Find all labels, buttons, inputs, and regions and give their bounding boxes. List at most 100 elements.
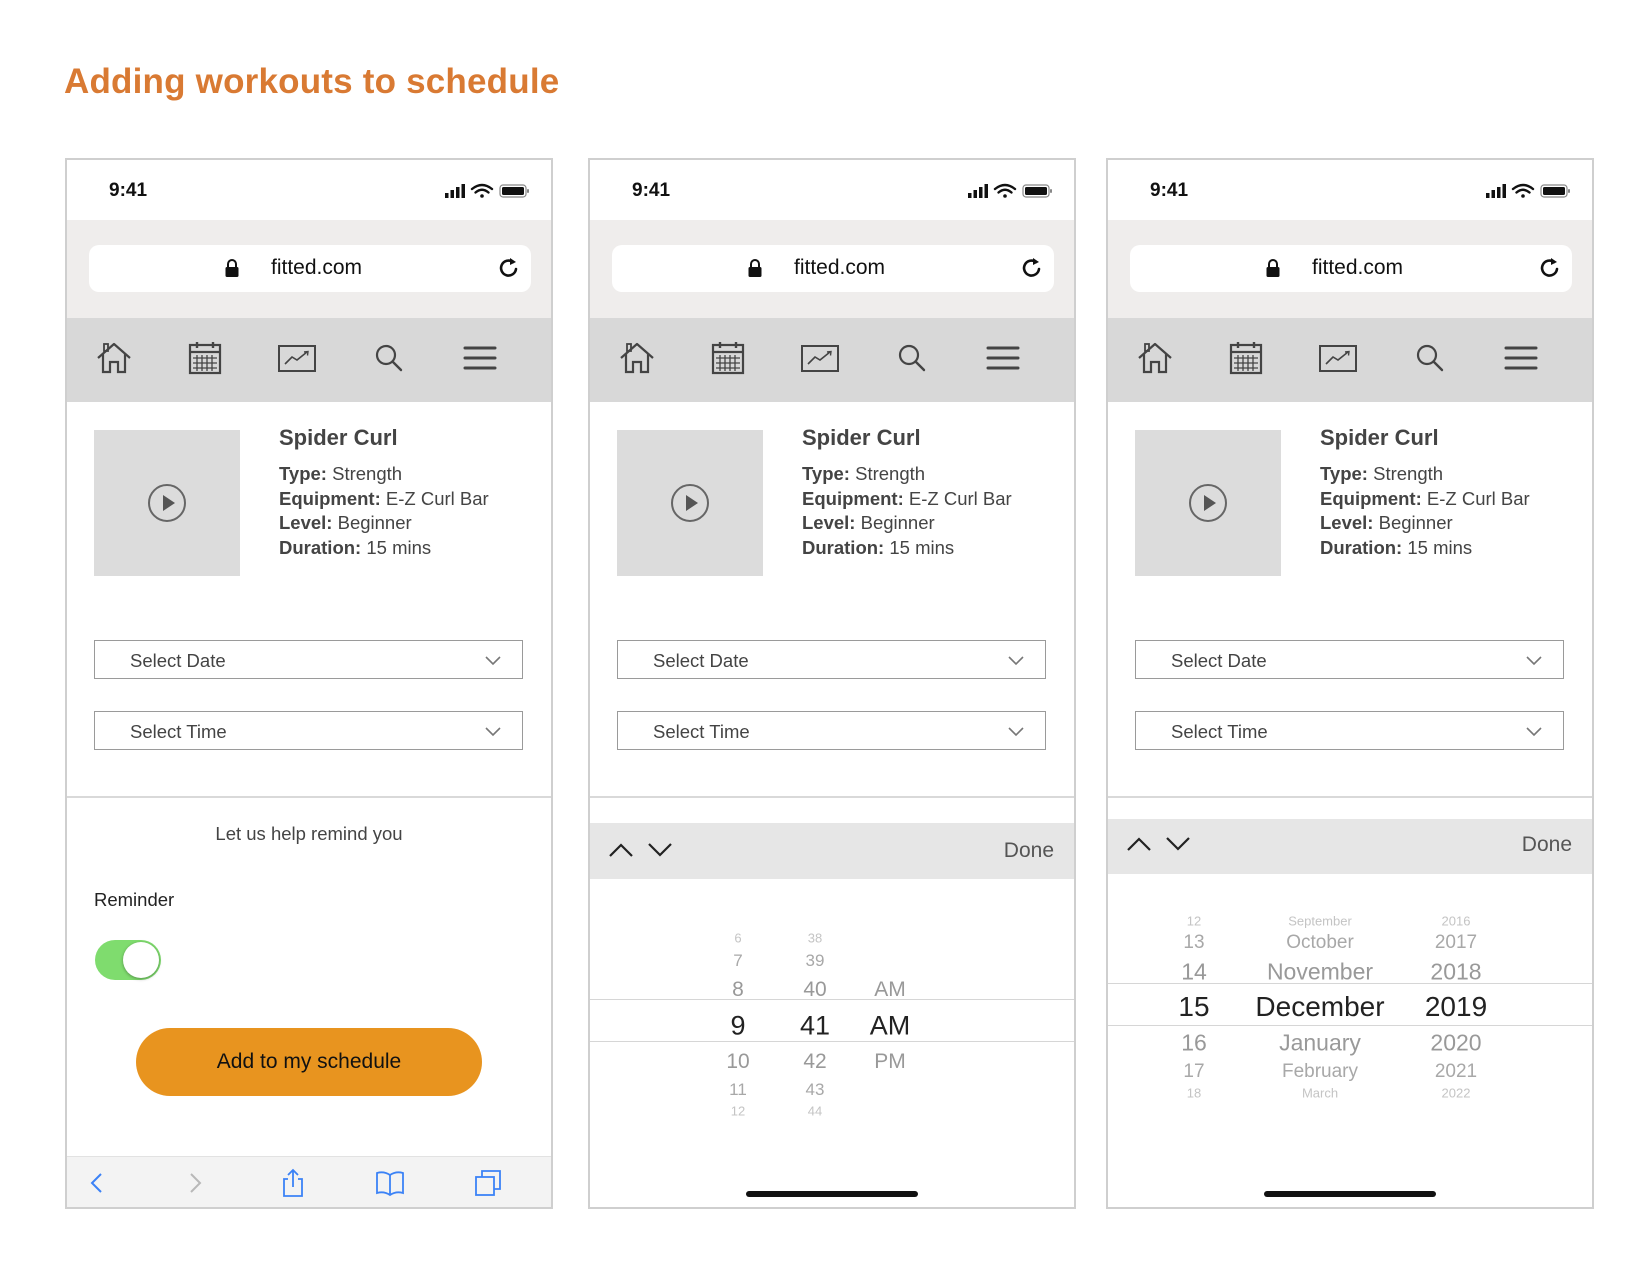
month-option[interactable]: September [1288, 914, 1352, 929]
select-time-dropdown[interactable]: Select Time [1135, 711, 1564, 750]
minute-option[interactable]: 40 [803, 978, 826, 1002]
progress-chart-icon[interactable] [277, 339, 317, 377]
forward-icon[interactable] [180, 1168, 210, 1198]
menu-icon[interactable] [1502, 339, 1540, 377]
back-icon[interactable] [82, 1168, 112, 1198]
divider [1108, 796, 1592, 798]
url-bar[interactable]: fitted.com [1130, 245, 1572, 292]
month-option[interactable]: December [1255, 991, 1384, 1023]
select-time-dropdown[interactable]: Select Time [617, 711, 1046, 750]
day-option[interactable]: 18 [1187, 1086, 1201, 1101]
year-option[interactable]: 2020 [1430, 1030, 1481, 1057]
select-date-dropdown[interactable]: Select Date [617, 640, 1046, 679]
play-icon[interactable] [670, 483, 710, 523]
search-icon[interactable] [893, 339, 931, 377]
select-date-dropdown[interactable]: Select Date [1135, 640, 1564, 679]
reload-icon[interactable] [1538, 256, 1562, 280]
reload-icon[interactable] [497, 256, 521, 280]
year-option[interactable]: 2021 [1435, 1061, 1477, 1083]
workout-video-thumbnail[interactable] [1135, 430, 1281, 576]
year-option[interactable]: 2019 [1425, 991, 1487, 1023]
hour-option[interactable]: 10 [726, 1050, 749, 1074]
home-icon[interactable] [618, 339, 656, 377]
select-time-dropdown[interactable]: Select Time [94, 711, 523, 750]
status-bar: 9:41 [67, 160, 551, 220]
period-option[interactable]: AM [870, 1011, 911, 1042]
month-option[interactable]: March [1302, 1086, 1338, 1101]
period-option[interactable]: AM [874, 978, 906, 1002]
progress-chart-icon[interactable] [1318, 339, 1358, 377]
hour-option[interactable]: 12 [731, 1104, 745, 1119]
reminder-toggle[interactable] [95, 940, 161, 980]
chevron-up-icon[interactable] [608, 841, 634, 859]
day-option[interactable]: 14 [1181, 959, 1207, 986]
status-bar: 9:41 [590, 160, 1074, 220]
signal-icon [1486, 184, 1506, 198]
minute-option[interactable]: 42 [803, 1050, 826, 1074]
hour-option[interactable]: 8 [732, 978, 744, 1002]
month-option[interactable]: January [1279, 1030, 1361, 1057]
calendar-icon[interactable] [1227, 339, 1265, 377]
workout-name: Spider Curl [279, 425, 398, 450]
month-option[interactable]: November [1267, 959, 1373, 986]
search-icon[interactable] [1411, 339, 1449, 377]
done-button[interactable]: Done [1004, 839, 1054, 863]
home-icon[interactable] [95, 339, 133, 377]
year-option[interactable]: 2018 [1430, 959, 1481, 986]
day-option[interactable]: 12 [1187, 914, 1201, 929]
minute-option[interactable]: 41 [800, 1011, 830, 1042]
search-icon[interactable] [370, 339, 408, 377]
chevron-down-icon [1526, 727, 1542, 737]
done-button[interactable]: Done [1522, 833, 1572, 857]
chevron-down-icon [485, 727, 501, 737]
hour-option[interactable]: 7 [733, 951, 742, 971]
menu-icon[interactable] [984, 339, 1022, 377]
date-picker-wheel[interactable]: 12 13 14 15 16 17 18 September October November De… [1108, 874, 1592, 1114]
play-icon[interactable] [1188, 483, 1228, 523]
select-date-dropdown[interactable]: Select Date [94, 640, 523, 679]
hour-option[interactable]: 11 [729, 1080, 747, 1100]
calendar-icon[interactable] [709, 339, 747, 377]
divider [590, 796, 1074, 798]
url-bar[interactable]: fitted.com [89, 245, 531, 292]
workout-video-thumbnail[interactable] [617, 430, 763, 576]
year-option[interactable]: 2016 [1442, 914, 1471, 929]
chevron-up-icon[interactable] [1126, 835, 1152, 853]
tabs-icon[interactable] [473, 1168, 503, 1198]
share-icon[interactable] [278, 1168, 308, 1198]
chevron-down-icon[interactable] [1165, 835, 1191, 853]
day-option[interactable]: 15 [1178, 991, 1209, 1023]
reload-icon[interactable] [1020, 256, 1044, 280]
minute-option[interactable]: 43 [806, 1080, 825, 1100]
minute-option[interactable]: 44 [808, 1104, 822, 1119]
month-option[interactable]: February [1282, 1061, 1358, 1083]
lock-icon [748, 259, 762, 277]
day-option[interactable]: 16 [1181, 1030, 1207, 1057]
minute-option[interactable]: 38 [808, 931, 822, 946]
minute-option[interactable]: 39 [806, 951, 825, 971]
signal-icon [445, 184, 465, 198]
add-to-schedule-button[interactable]: Add to my schedule [136, 1028, 482, 1096]
chevron-down-icon [1008, 727, 1024, 737]
chevron-down-icon[interactable] [647, 841, 673, 859]
day-option[interactable]: 17 [1183, 1061, 1204, 1083]
play-icon[interactable] [147, 483, 187, 523]
workout-video-thumbnail[interactable] [94, 430, 240, 576]
year-option[interactable]: 2017 [1435, 932, 1477, 954]
year-option[interactable]: 2022 [1442, 1086, 1471, 1101]
hour-option[interactable]: 6 [734, 931, 741, 946]
phone-screen-date-picker: 9:41 fitted.com Spider Curl Type: Streng… [1106, 158, 1594, 1209]
menu-icon[interactable] [461, 339, 499, 377]
bookmarks-icon[interactable] [375, 1168, 405, 1198]
home-icon[interactable] [1136, 339, 1174, 377]
day-option[interactable]: 13 [1183, 932, 1204, 954]
period-option[interactable]: PM [874, 1050, 906, 1074]
hour-option[interactable]: 9 [730, 1011, 745, 1042]
time-picker-wheel[interactable]: 6 7 8 9 10 11 12 38 39 40 41 42 43 44 AM AM PM [590, 879, 1074, 1119]
month-option[interactable]: October [1286, 932, 1354, 954]
calendar-icon[interactable] [186, 339, 224, 377]
workout-details: Type: Strength Equipment: E-Z Curl Bar L… [1320, 463, 1530, 558]
progress-chart-icon[interactable] [800, 339, 840, 377]
picker-toolbar: Done [1108, 819, 1592, 874]
url-bar[interactable]: fitted.com [612, 245, 1054, 292]
